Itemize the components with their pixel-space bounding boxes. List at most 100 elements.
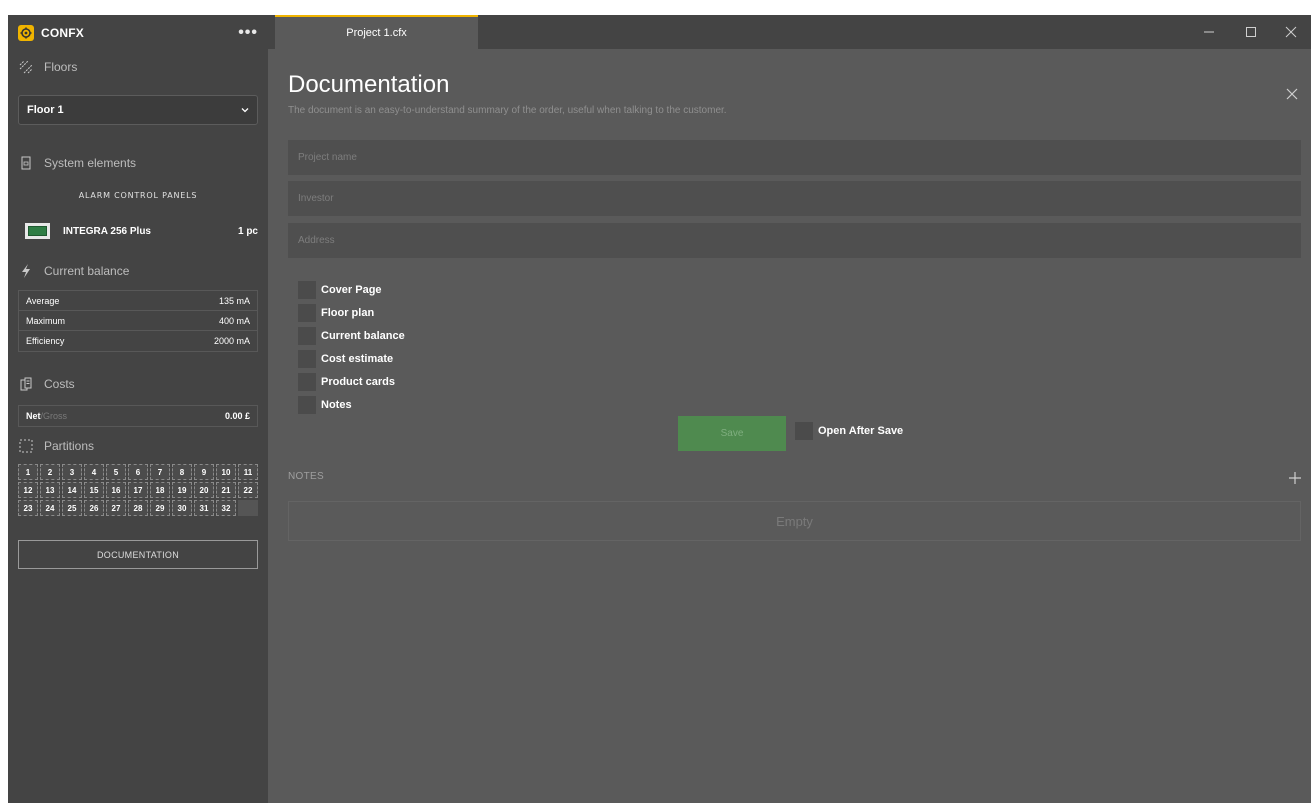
minimize-button[interactable] [1189,15,1229,49]
partition-cell[interactable]: 6 [128,464,148,480]
partition-cell[interactable]: 16 [106,482,126,498]
investor-field[interactable]: Investor [288,181,1301,216]
floors-heading-label: Floors [44,60,78,74]
partition-cell[interactable]: 24 [40,500,60,516]
checkbox[interactable] [298,395,316,414]
partition-cell[interactable]: 7 [150,464,170,480]
checkbox-notes[interactable]: Notes [298,393,405,416]
partition-cell[interactable]: 10 [216,464,236,480]
partition-cell[interactable]: 2 [40,464,60,480]
balance-label: Efficiency [26,336,65,346]
balance-value: 2000 mA [213,336,250,346]
device-item[interactable]: INTEGRA 256 Plus 1 pc [25,220,258,242]
save-button[interactable]: Save [678,416,786,451]
partition-cell[interactable]: 25 [62,500,82,516]
partition-cell[interactable]: 15 [84,482,104,498]
chevron-down-icon [241,108,249,113]
checkbox-label: Notes [321,398,352,411]
checkbox-cost-estimate[interactable]: Cost estimate [298,347,405,370]
maximize-button[interactable] [1231,15,1271,49]
partition-cell[interactable]: 28 [128,500,148,516]
costs-heading: Costs [18,377,75,391]
partition-cell[interactable]: 8 [172,464,192,480]
alarm-panels-group-label: ALARM CONTROL PANELS [78,191,198,200]
partition-cell[interactable]: 21 [216,482,236,498]
open-after-save-toggle[interactable]: Open After Save [795,422,903,440]
checkbox[interactable] [298,280,316,299]
documentation-button[interactable]: DOCUMENTATION [18,540,258,569]
project-name-placeholder: Project name [298,152,357,163]
partition-cell[interactable]: 22 [238,482,258,498]
gear-icon [18,24,34,41]
partition-cell[interactable]: 30 [172,500,192,516]
partition-cell[interactable]: 12 [18,482,38,498]
checkbox-product-cards[interactable]: Product cards [298,370,405,393]
gross-label: Gross [43,411,68,421]
checkbox-label: Floor plan [321,306,375,319]
project-name-field[interactable]: Project name [288,140,1301,175]
partition-cell[interactable]: 1 [18,464,38,480]
page-subtitle: The document is an easy-to-understand su… [288,105,727,116]
partitions-icon [18,439,34,453]
device-thumbnail [25,223,50,239]
partitions-grid: 1 2 3 4 5 6 7 8 9 10 11 12 13 14 15 16 17 18 19 20 21 22 23 24 2… [18,464,260,516]
document-sections: Cover Page Floor plan Current balance Co… [298,278,405,416]
partition-cell[interactable]: 29 [150,500,170,516]
partition-cell[interactable]: 9 [194,464,214,480]
checkbox[interactable] [298,303,316,322]
partition-cell[interactable]: 23 [18,500,38,516]
partition-cell[interactable]: 31 [194,500,214,516]
partitions-heading: Partitions [18,439,94,453]
floor-select[interactable]: Floor 1 [18,95,258,125]
cost-summary[interactable]: Net / Gross 0.00 £ [18,405,258,427]
partition-cell[interactable]: 32 [216,500,236,516]
costs-label: Costs [44,377,75,391]
brand-bar: CONFX ••• [8,15,268,50]
partition-cell[interactable]: 19 [172,482,192,498]
partition-cell[interactable]: 18 [150,482,170,498]
minimize-icon [1204,31,1214,33]
notes-empty-state: Empty [288,501,1301,541]
balance-row-maximum: Maximum 400 mA [19,311,257,331]
checkbox-current-balance[interactable]: Current balance [298,324,405,347]
checkbox-cover-page[interactable]: Cover Page [298,278,405,301]
notes-heading: NOTES [288,471,324,482]
coins-icon [18,377,34,391]
device-name: INTEGRA 256 Plus [63,225,151,237]
app-brand: CONFX [41,25,84,40]
partition-cell[interactable]: 11 [238,464,258,480]
partition-cell[interactable]: 4 [84,464,104,480]
balance-value: 400 mA [218,315,250,326]
checkbox[interactable] [298,349,316,368]
close-window-button[interactable] [1271,15,1311,49]
close-dialog-icon[interactable] [1285,87,1299,101]
checkbox[interactable] [795,422,813,440]
tab-project-label: Project 1.cfx [346,27,407,39]
partition-cell[interactable]: 5 [106,464,126,480]
partition-cell[interactable]: 13 [40,482,60,498]
app-window: CONFX ••• Floors Floor 1 System elements… [8,15,1311,803]
partition-cell[interactable]: 26 [84,500,104,516]
tab-project[interactable]: Project 1.cfx [275,15,478,49]
page-title: Documentation [288,71,450,98]
checkbox-floor-plan[interactable]: Floor plan [298,301,405,324]
floor-select-value: Floor 1 [27,104,64,116]
checkbox[interactable] [298,372,316,391]
partition-cell[interactable]: 20 [194,482,214,498]
partition-cell[interactable]: 27 [106,500,126,516]
partition-cell[interactable]: 14 [62,482,82,498]
device-quantity: 1 pc [237,225,258,237]
address-field[interactable]: Address [288,223,1301,258]
checkbox-label: Cost estimate [321,352,394,365]
partition-cell[interactable]: 3 [62,464,82,480]
partition-cell[interactable]: 17 [128,482,148,498]
checkbox-label: Product cards [321,375,395,388]
plus-icon[interactable] [1288,471,1302,485]
partition-cell-empty [238,500,258,516]
checkbox[interactable] [298,326,316,345]
more-options-button[interactable]: ••• [238,24,258,41]
floors-heading: Floors [18,60,77,74]
panel-icon [18,156,34,170]
checkbox-label: Current balance [321,329,405,342]
maximize-icon [1246,27,1256,37]
